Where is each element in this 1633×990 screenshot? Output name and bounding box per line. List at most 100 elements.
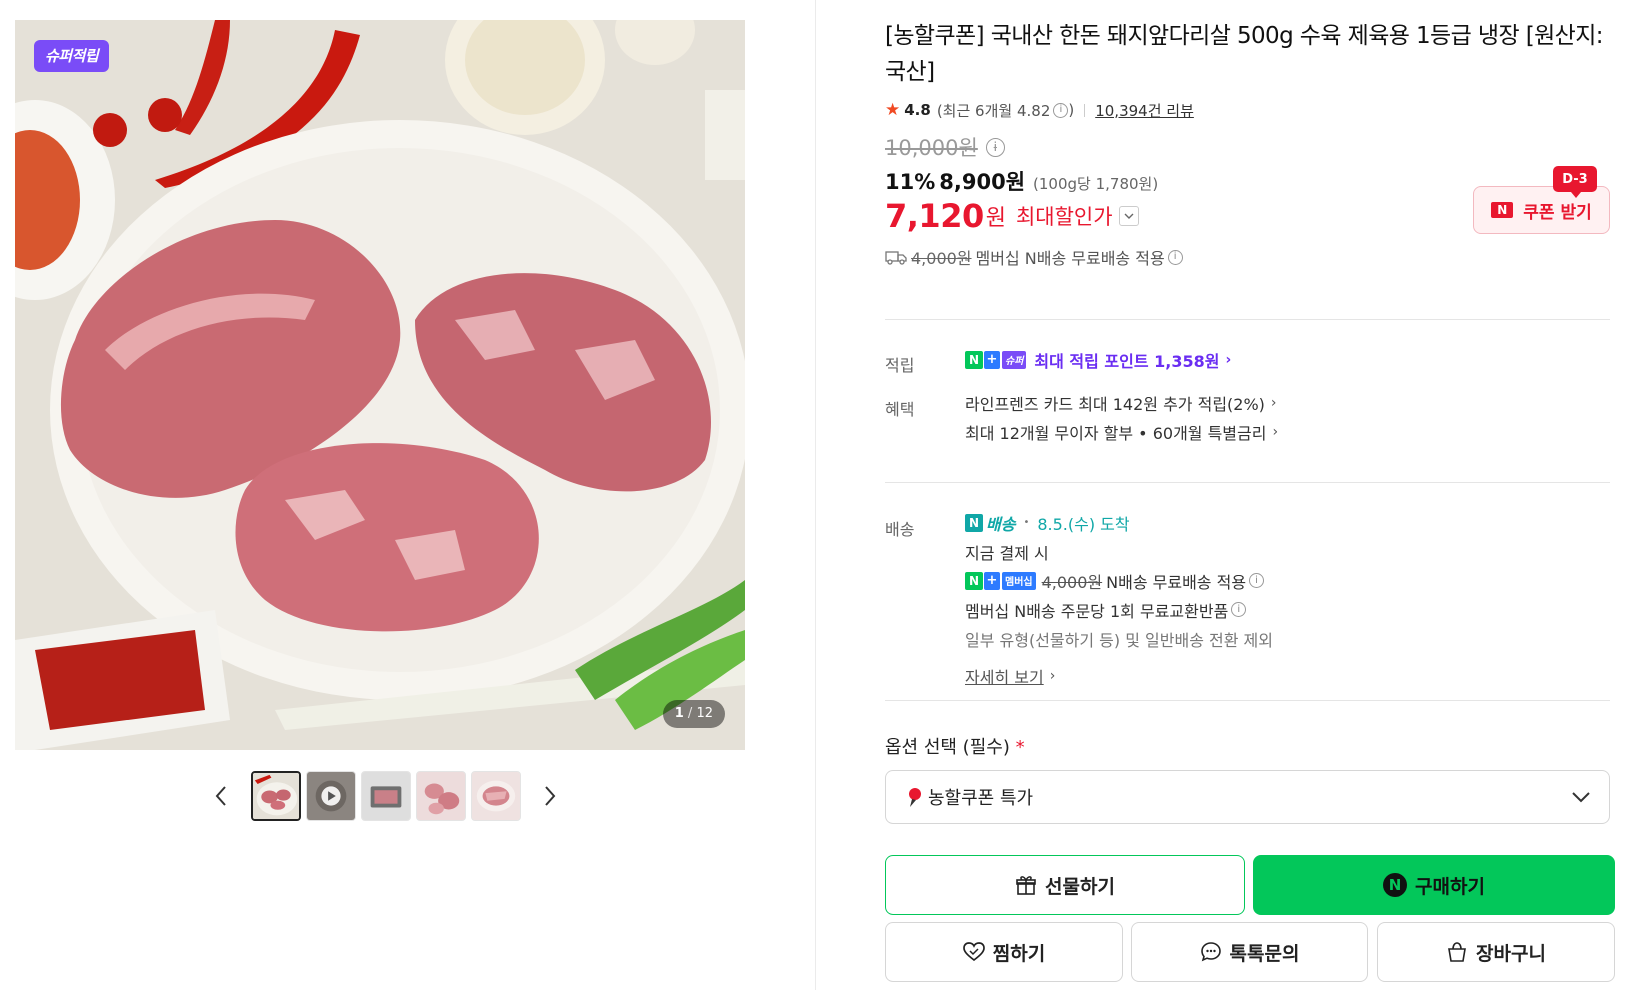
naver-pay-icon: N [1383,873,1408,897]
n-delivery-icon: N [965,513,983,532]
benefit-content: 라인프렌즈 카드 최대 142원 추가 적립(2%) › 최대 12개월 무이자 … [965,388,1278,446]
max-discount-won: 원 [985,206,1006,231]
chevron-right-icon: › [1272,423,1279,440]
shipping-text: 멤버십 N배송 무료배송 적용 [975,249,1165,268]
section-divider [885,482,1610,483]
price-info-icon[interactable]: i [985,137,1005,157]
plus-tag: + [984,350,1000,369]
product-main-image[interactable]: 슈퍼적립 1 / 12 [15,20,745,750]
thumbnail-strip [206,770,565,822]
delivery-detail-link[interactable]: 자세히 보기 › [965,661,1273,690]
pay-now-text: 지금 결제 시 [965,543,1049,563]
detail-link-text: 자세히 보기 [965,667,1044,687]
membership-free-row: N + 멤버십 4,000원 N배송 무료배송 적용 i [965,566,1273,595]
coupon-button[interactable]: N 쿠폰 받기 [1473,186,1610,234]
max-discount-price: 7,120 [885,197,984,235]
n-delivery-label: 배송 [986,514,1016,534]
star-icon: ★ [885,100,901,120]
info-icon[interactable]: i [1249,573,1265,588]
points-label: 적립 [885,356,915,375]
product-title: [농할쿠폰] 국내산 한돈 돼지앞다리살 500g 수육 제육용 1등급 냉장 … [885,23,1604,85]
super-tag: 슈퍼 [1002,350,1027,369]
installment-text: 최대 12개월 무이자 할부 • 60개월 특별금리 [965,423,1267,443]
max-discount-expand-button[interactable] [1118,206,1139,226]
sale-price: 8,900원 [939,170,1026,194]
buy-button[interactable]: N 구매하기 [1253,855,1615,915]
chevron-right-icon [545,786,556,806]
plus-tag: + [984,571,1000,590]
naver-coupon-icon: N [1491,202,1514,218]
review-count-link[interactable]: 10,394건 리뷰 [1095,100,1194,121]
heart-icon [962,942,985,962]
required-mark: * [1015,737,1025,758]
chevron-down-icon [1572,792,1590,803]
member-shipping-fee: 4,000원 [1041,572,1103,592]
rating-row: ★ 4.8 (최근 6개월 4.82 i ) 10,394건 리뷰 [885,98,1617,122]
thumb-video-icon [306,772,355,820]
separator [1084,103,1086,117]
talk-label: 톡톡문의 [1229,942,1300,965]
thumbnail-5[interactable] [470,771,521,821]
chevron-down-icon [1124,213,1134,219]
talk-inquiry-button[interactable]: 톡톡문의 [1131,922,1368,982]
pin-icon [909,788,921,807]
installment-link[interactable]: 최대 12개월 무이자 할부 • 60개월 특별금리 › [965,417,1278,446]
thumbnail-4[interactable] [415,771,466,821]
thumbnail-3[interactable] [360,771,411,821]
thumb-meat-sliced-icon [471,772,520,820]
cart-button[interactable]: 장바구니 [1377,922,1615,982]
arrival-date: 8.5.(수) 도착 [1037,514,1130,534]
card-benefit-text: 라인프렌즈 카드 최대 142원 추가 적립(2%) [965,394,1265,414]
delivery-label: 배송 [885,520,915,539]
product-photo [15,20,745,750]
unit-price: (100g당 1,780원) [1033,175,1159,193]
info-icon[interactable]: i [1231,602,1247,617]
buy-label: 구매하기 [1415,875,1485,898]
thumbnail-1[interactable] [250,771,301,821]
thumb-prev-button[interactable] [206,771,236,821]
chevron-left-icon [215,786,226,806]
points-content: N + 슈퍼 최대 적립 포인트 1,358원 › [965,345,1231,374]
shipping-row: 4,000원 멤버십 N배송 무료배송 적용 i [885,242,1617,272]
cart-label: 장바구니 [1476,942,1546,965]
wishlist-label: 찜하기 [992,942,1046,965]
coupon-dday-badge: D-3 [1553,166,1597,198]
thumb-meat-closeup-icon [416,772,465,820]
option-select[interactable]: 농할쿠폰 특가 [885,770,1610,824]
image-counter-total: 12 [696,706,713,721]
max-points-text: 최대 적립 포인트 1,358원 [1034,351,1220,371]
recent-rating: (최근 6개월 4.82 [936,101,1051,120]
chevron-right-icon: › [1049,667,1056,684]
original-price: 10,000원 [885,136,978,160]
original-price-row: 10,000원 i [885,132,1617,162]
chat-bubble-icon [1200,941,1222,963]
section-divider [885,319,1610,320]
image-counter: 1 / 12 [662,700,725,728]
option-label: 옵션 선택 (필수) * [885,733,1025,759]
delivery-arrival-row: N 배송 • 8.5.(수) 도착 [965,508,1273,537]
rating-value: 4.8 [904,101,931,119]
benefit-label: 혜택 [885,400,915,419]
wishlist-button[interactable]: 찜하기 [885,922,1123,982]
image-counter-current: 1 [674,706,684,721]
card-benefit-link[interactable]: 라인프렌즈 카드 최대 142원 추가 적립(2%) › [965,388,1278,417]
naver-n-tag: N [965,571,983,590]
exchange-text: 멤버십 N배송 주문당 1회 무료교환반품 [965,601,1229,621]
column-divider [815,0,816,990]
gift-button[interactable]: 선물하기 [885,855,1245,915]
points-link[interactable]: N + 슈퍼 최대 적립 포인트 1,358원 › [965,345,1231,374]
option-selected-value: 농할쿠폰 특가 [928,788,1034,809]
chevron-right-icon: › [1270,394,1277,411]
thumb-meat-plate-icon [252,773,299,819]
thumbnail-2[interactable] [305,771,356,821]
recent-rating-close: ) [1068,101,1075,119]
naver-n-tag: N [965,350,983,369]
thumb-next-button[interactable] [535,771,565,821]
truck-icon [885,251,907,265]
option-label-text: 옵션 선택 (필수) [885,737,1010,758]
exchange-row: 멤버십 N배송 주문당 1회 무료교환반품 i [965,595,1273,624]
gift-icon [1015,874,1037,896]
delivery-content: N 배송 • 8.5.(수) 도착 지금 결제 시 N + 멤버십 4,000원 N… [965,508,1273,690]
info-icon[interactable]: i [1053,102,1069,118]
shipping-info-icon[interactable]: i [1167,249,1183,265]
